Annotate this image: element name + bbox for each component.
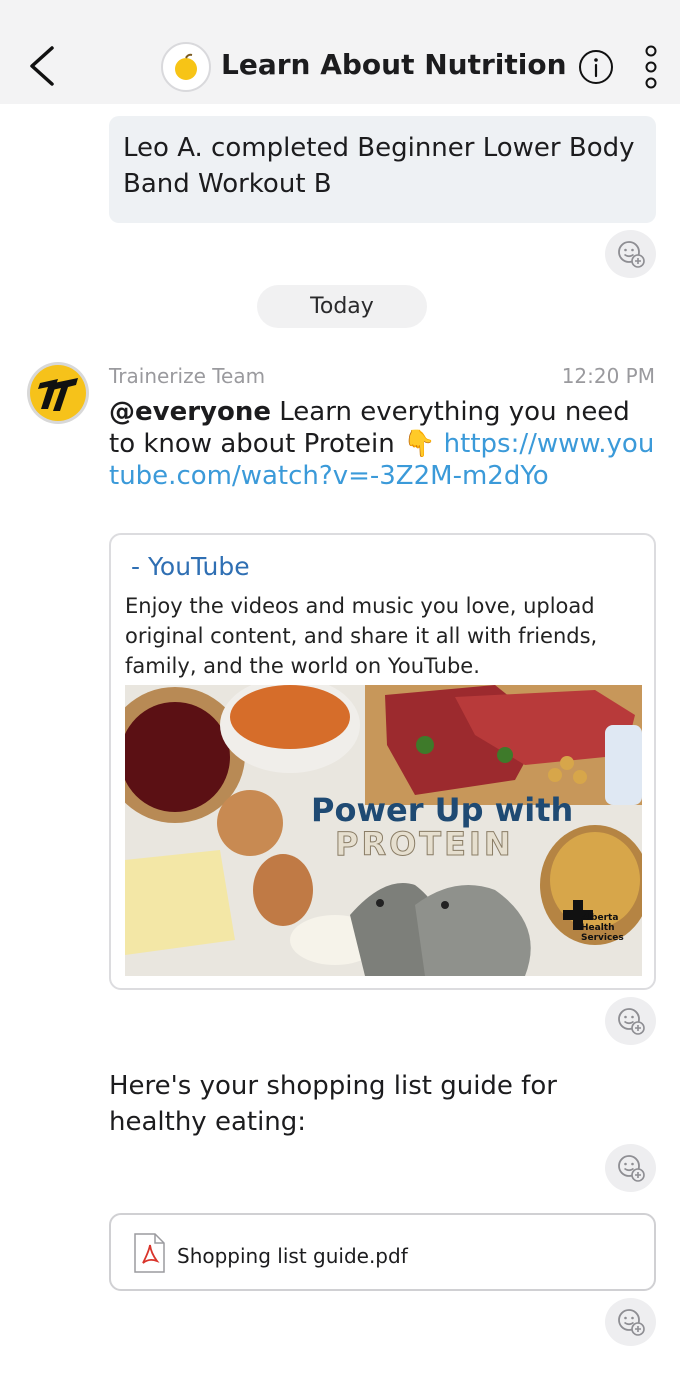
- image-logo-text: Alberta Health Services: [581, 913, 624, 943]
- add-reaction-button[interactable]: [605, 1144, 656, 1192]
- add-reaction-icon: [617, 1008, 645, 1035]
- add-reaction-button[interactable]: [605, 997, 656, 1045]
- group-avatar[interactable]: [161, 42, 211, 92]
- info-icon: [579, 50, 613, 84]
- apple-icon: [175, 53, 197, 80]
- pointing-down-emoji: 👇: [403, 429, 436, 459]
- link-preview-card[interactable]: - YouTube Enjoy the videos and music you…: [109, 533, 656, 990]
- chat-header: Learn About Nutrition: [0, 0, 680, 104]
- message-time: 12:20 PM: [561, 364, 655, 388]
- trainerize-logo-icon: [38, 378, 78, 411]
- chevron-left-icon: [30, 46, 54, 86]
- sender-avatar[interactable]: [27, 362, 89, 424]
- image-headline-1: Power Up with: [311, 791, 574, 829]
- activity-message: Leo A. completed Beginner Lower Body Ban…: [109, 116, 656, 223]
- preview-description: Enjoy the videos and music you love, upl…: [125, 594, 598, 678]
- message-text: @everyone Learn everything you need to k…: [109, 396, 657, 492]
- add-reaction-button[interactable]: [605, 230, 656, 278]
- preview-title[interactable]: - YouTube: [131, 552, 250, 581]
- message-text: Here's your shopping list guide for heal…: [109, 1071, 557, 1137]
- pdf-file-icon: [134, 1233, 165, 1273]
- more-options-button[interactable]: [640, 44, 662, 90]
- file-name: Shopping list guide.pdf: [177, 1244, 408, 1268]
- chat-title: Learn About Nutrition: [221, 48, 567, 81]
- file-attachment[interactable]: Shopping list guide.pdf: [109, 1213, 656, 1291]
- activity-text: Leo A. completed Beginner Lower Body Ban…: [123, 133, 635, 199]
- mention[interactable]: @everyone: [109, 397, 271, 427]
- add-reaction-button[interactable]: [605, 1298, 656, 1346]
- sender-name: Trainerize Team: [109, 364, 266, 388]
- add-reaction-icon: [617, 1309, 645, 1336]
- add-reaction-icon: [617, 1155, 645, 1182]
- info-button[interactable]: [578, 49, 614, 85]
- date-divider: Today: [257, 285, 427, 328]
- add-reaction-icon: [617, 241, 645, 268]
- more-vertical-icon: [645, 45, 657, 89]
- image-headline-2: PROTEIN: [335, 825, 514, 864]
- preview-thumbnail[interactable]: Power Up with PROTEIN Alberta Health Ser…: [125, 685, 642, 976]
- back-button[interactable]: [22, 40, 62, 92]
